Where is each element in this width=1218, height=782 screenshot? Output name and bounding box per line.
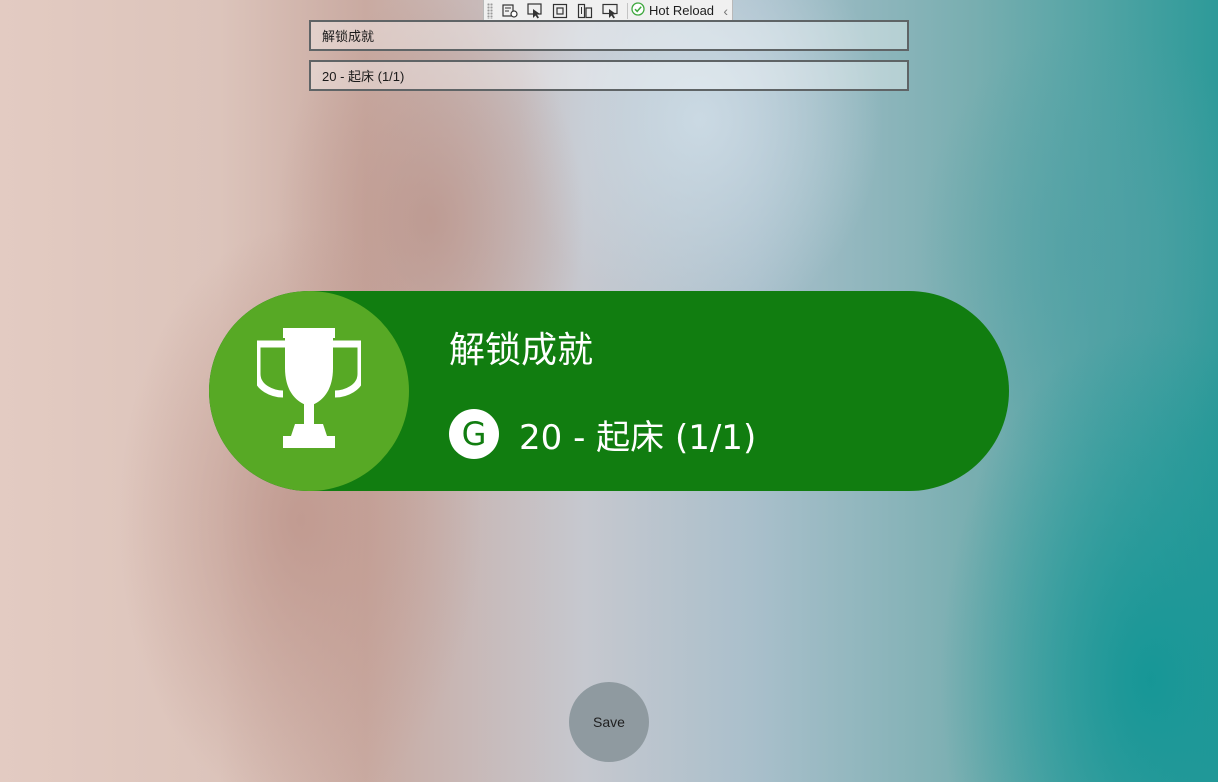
- gamerscore-icon: G: [449, 409, 499, 459]
- hot-reload-button[interactable]: Hot Reload: [631, 2, 722, 19]
- save-button[interactable]: Save: [569, 682, 649, 762]
- debug-toolbar: Hot Reload ‹: [483, 0, 733, 22]
- track-focus-icon[interactable]: [574, 1, 596, 21]
- toolbar-grip-handle[interactable]: [487, 2, 493, 19]
- toast-title: 解锁成就: [449, 330, 594, 371]
- trophy-badge: [209, 291, 409, 491]
- preview-selection-icon[interactable]: [599, 1, 621, 21]
- display-layout-adorners-icon[interactable]: [549, 1, 571, 21]
- achievement-name-input[interactable]: [309, 60, 909, 91]
- achievement-text: 20 - 起床 (1/1): [519, 417, 757, 458]
- achievement-toast: 解锁成就 G 20 - 起床 (1/1): [209, 291, 1009, 491]
- live-visual-tree-icon[interactable]: [499, 1, 521, 21]
- chevron-left-icon[interactable]: ‹: [723, 3, 728, 19]
- hot-reload-label: Hot Reload: [649, 3, 715, 18]
- title-input[interactable]: [309, 20, 909, 51]
- gamerscore-row: G 20 - 起床 (1/1): [449, 409, 756, 459]
- check-circle-icon: [631, 2, 645, 19]
- toolbar-separator: [627, 2, 628, 19]
- trophy-icon: [253, 328, 365, 454]
- select-element-icon[interactable]: [524, 1, 546, 21]
